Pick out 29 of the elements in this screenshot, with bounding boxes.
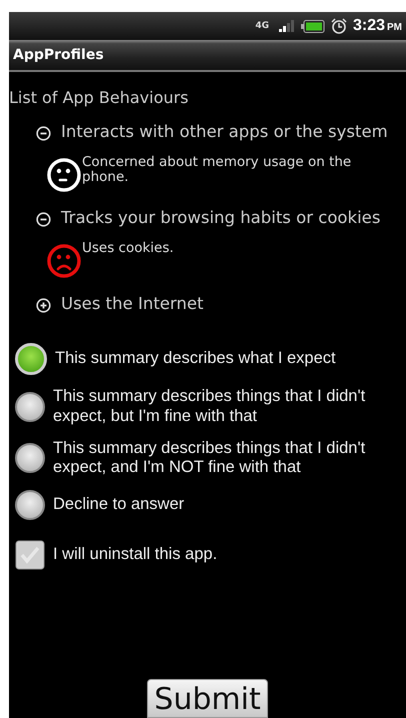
radio-button[interactable]	[15, 443, 45, 474]
behaviour-detail: Uses cookies.	[82, 241, 175, 256]
radio-button[interactable]	[15, 343, 47, 375]
network-type: 4G	[255, 21, 269, 31]
collapse-icon[interactable]	[36, 212, 51, 227]
behaviour-group[interactable]: Interacts with other apps or the system	[61, 122, 388, 140]
app-title: AppProfiles	[13, 47, 104, 63]
radio-button[interactable]	[15, 392, 45, 422]
option-label: This summary describes things that I didn't expect, and I'm NOT fine with that	[53, 438, 366, 478]
radio-button[interactable]	[15, 490, 45, 520]
battery-icon	[300, 20, 325, 32]
checkbox[interactable]	[15, 540, 45, 570]
option-label: Decline to answer	[53, 495, 186, 516]
behaviour-group[interactable]: Uses the Internet	[61, 294, 204, 312]
clock-time: 3:23	[352, 17, 385, 35]
option-label: This summary describes what I expect	[55, 349, 337, 369]
neutral-face-icon	[46, 157, 82, 193]
list-heading: List of App Behaviours	[9, 88, 190, 107]
alarm-clock-icon	[330, 18, 347, 34]
expand-icon[interactable]	[36, 298, 51, 313]
behaviour-group[interactable]: Tracks your browsing habits or cookies	[61, 208, 380, 226]
signal-icon	[278, 20, 295, 32]
option-label: This summary describes things that I didn't expect, but I'm fine with that	[53, 387, 366, 427]
clock-period: PM	[387, 22, 402, 33]
behaviour-detail: Concerned about memory usage on the phone.	[82, 155, 352, 185]
submit-button[interactable]: Submit	[147, 679, 268, 718]
checkbox-label: I will uninstall this app.	[53, 545, 218, 566]
sad-face-icon	[46, 243, 82, 279]
collapse-icon[interactable]	[36, 126, 51, 141]
